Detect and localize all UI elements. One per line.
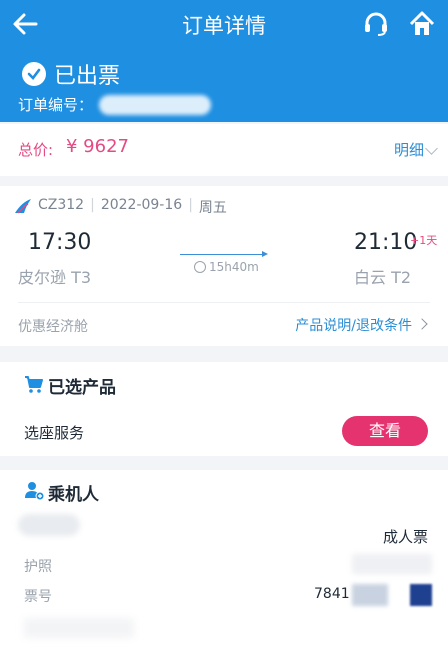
ticket-number-redacted (352, 584, 388, 606)
departure-time: 17:30 (28, 230, 92, 255)
order-number-label: 订单编号： (18, 96, 94, 114)
ticket-number-label: 票号 (24, 589, 52, 605)
next-day-badge: +1天 (410, 234, 438, 247)
flight-date: 2022-09-16 (100, 197, 183, 213)
ticket-type: 成人票 (382, 528, 428, 546)
status-label: 已出票 (54, 64, 121, 89)
selected-products-card: 已选产品 选座服务 查看 (0, 362, 448, 456)
arrival-time: 21:10 (354, 230, 418, 255)
price-detail-link[interactable]: 明细 (394, 139, 424, 160)
arrival-airport: 白云 T2 (354, 268, 412, 287)
order-number-redacted (99, 94, 212, 115)
ticket-status: 已出票 (22, 58, 120, 90)
arrow-head-icon (262, 251, 268, 257)
order-number: 订单编号： (18, 94, 212, 115)
airline-logo-icon (15, 199, 31, 214)
check-circle-icon (22, 62, 46, 86)
clock-icon (194, 261, 206, 273)
departure-airport: 皮尔逊 T3 (18, 268, 92, 287)
chevron-right-icon[interactable] (416, 318, 428, 330)
separator: | (90, 197, 95, 213)
flight-card: CZ312 | 2022-09-16 | 周五 17:30 皮尔逊 T3 15h… (0, 186, 448, 346)
separator: | (188, 197, 193, 213)
total-value: ¥ 9627 (66, 136, 129, 157)
total-price-card: 总价: ¥ 9627 明细 (0, 124, 448, 176)
duration-text: 15h40m (209, 260, 259, 274)
header-bar: 订单详情 已出票 订单编号： (0, 0, 448, 122)
seat-service-label: 选座服务 (24, 424, 85, 442)
passenger-add-icon (25, 482, 44, 500)
passenger-title: 乘机人 (48, 485, 99, 505)
products-title: 已选产品 (48, 378, 116, 398)
view-button[interactable]: 查看 (342, 416, 428, 446)
divider (18, 302, 430, 303)
cart-icon (25, 376, 43, 393)
passport-redacted (352, 554, 432, 574)
flight-arrow (180, 254, 266, 255)
flight-number: CZ312 (38, 197, 85, 213)
ticket-number-prefix: 7841 (314, 586, 350, 602)
passenger-card: 乘机人 成人票 护照 票号 7841 (0, 470, 448, 672)
ticket-number-redacted (410, 584, 432, 606)
headset-icon[interactable] (362, 10, 390, 38)
flight-meta: CZ312 | 2022-09-16 | 周五 (38, 197, 227, 217)
flight-weekday: 周五 (198, 200, 227, 216)
flight-duration: 15h40m (194, 260, 259, 274)
redacted-info (24, 618, 134, 638)
home-icon[interactable] (408, 10, 436, 38)
passport-label: 护照 (24, 559, 52, 575)
chevron-down-icon[interactable] (425, 142, 438, 155)
total-label: 总价: (18, 141, 54, 159)
product-rules-link[interactable]: 产品说明/退改条件 (295, 315, 412, 335)
passenger-name-redacted (18, 514, 80, 536)
cabin-class: 优惠经济舱 (18, 319, 88, 335)
